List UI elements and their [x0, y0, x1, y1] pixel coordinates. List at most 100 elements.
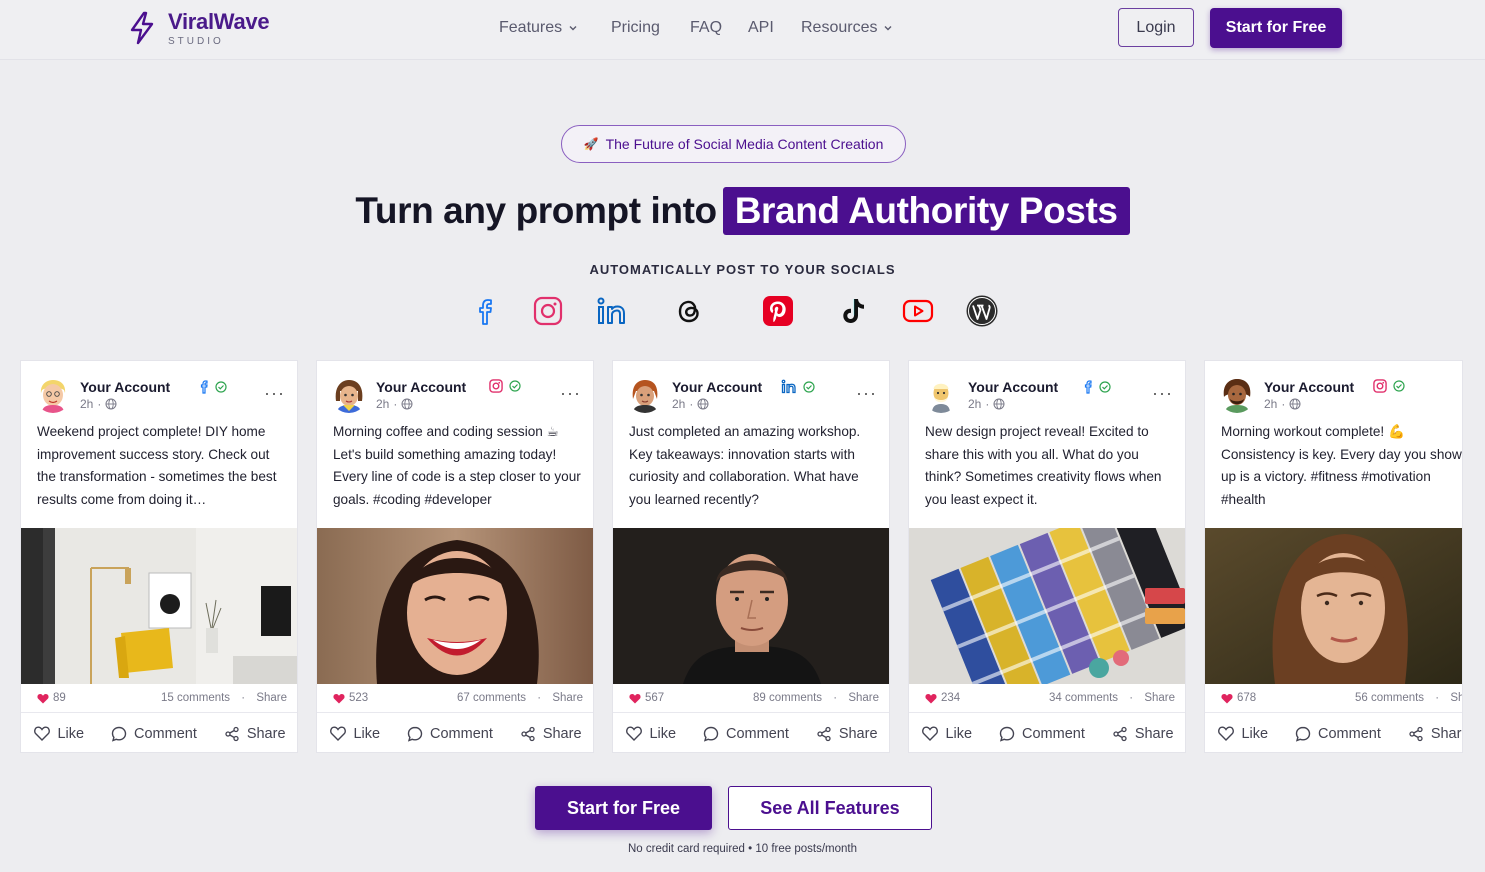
- brand-name: ViralWave: [168, 9, 270, 34]
- share-icon: [817, 726, 831, 741]
- post-image: [317, 528, 593, 684]
- post-actions: Like Comment Share: [21, 713, 297, 752]
- linkedin-icon: [781, 379, 796, 394]
- like-count: 678: [1237, 692, 1257, 704]
- comment-count[interactable]: 89 comments: [753, 692, 822, 704]
- comment-button[interactable]: Comment: [999, 726, 1085, 742]
- account-name[interactable]: Your Account: [968, 379, 1058, 395]
- avatar: [331, 377, 367, 413]
- share-button[interactable]: Share: [1112, 726, 1174, 742]
- post-time: 2h: [672, 397, 686, 411]
- post-image: [613, 528, 889, 684]
- nav-pricing[interactable]: Pricing: [611, 18, 660, 38]
- comment-button[interactable]: Comment: [407, 726, 493, 742]
- rocket-icon: 🚀: [583, 137, 599, 151]
- like-button[interactable]: Like: [330, 726, 380, 742]
- facebook-icon: [1084, 380, 1092, 394]
- more-options-icon[interactable]: ···: [264, 383, 285, 404]
- comment-icon: [111, 726, 127, 742]
- post-card: Your Account 2h · ··· Just completed an …: [612, 360, 890, 753]
- brand-logo[interactable]: ViralWave STUDIO: [126, 9, 270, 47]
- comment-count[interactable]: 56 comments: [1355, 692, 1424, 704]
- chevron-down-icon: [884, 26, 892, 31]
- more-options-icon[interactable]: ···: [560, 383, 581, 404]
- post-header: Your Account 2h · ···: [331, 375, 581, 415]
- tiktok-icon[interactable]: [836, 294, 870, 328]
- linkedin-icon[interactable]: [595, 294, 629, 328]
- comment-button[interactable]: Comment: [111, 726, 197, 742]
- share-icon: [521, 726, 535, 741]
- more-options-icon[interactable]: ···: [856, 383, 877, 404]
- account-name[interactable]: Your Account: [376, 379, 466, 395]
- share-button[interactable]: Share: [224, 726, 286, 742]
- comment-count[interactable]: 67 comments: [457, 692, 526, 704]
- account-name[interactable]: Your Account: [672, 379, 762, 395]
- brand-subtitle: STUDIO: [168, 36, 224, 47]
- socials-label: AUTOMATICALLY POST TO YOUR SOCIALS: [589, 262, 896, 277]
- heart-icon: [37, 693, 49, 703]
- share-button[interactable]: Share: [816, 726, 878, 742]
- account-name[interactable]: Your Account: [1264, 379, 1354, 395]
- chevron-down-icon: [569, 26, 577, 31]
- globe-icon: [993, 398, 1005, 410]
- like-button[interactable]: Like: [922, 726, 972, 742]
- pill-text: The Future of Social Media Content Creat…: [605, 136, 884, 152]
- see-all-features-button[interactable]: See All Features: [728, 786, 932, 830]
- verified-icon: [509, 380, 521, 392]
- comment-count[interactable]: 15 comments: [161, 692, 230, 704]
- verified-icon: [803, 380, 815, 393]
- youtube-icon[interactable]: [901, 294, 935, 328]
- comment-button[interactable]: Comment: [1295, 726, 1381, 742]
- share-stat[interactable]: Share: [552, 692, 583, 704]
- pinterest-icon[interactable]: [761, 294, 795, 328]
- nav-resources[interactable]: Resources: [801, 18, 893, 38]
- start-free-header-button[interactable]: Start for Free: [1210, 8, 1342, 48]
- comment-count[interactable]: 34 comments: [1049, 692, 1118, 704]
- verified-icon: [1099, 380, 1111, 393]
- like-button[interactable]: Like: [626, 726, 676, 742]
- post-card: Your Account 2h · ·· Morning workout com…: [1204, 360, 1463, 753]
- share-stat[interactable]: Share: [1450, 692, 1462, 704]
- wordpress-icon[interactable]: [965, 294, 999, 328]
- start-free-button[interactable]: Start for Free: [535, 786, 712, 830]
- post-stats: 523 67 comments · Share: [333, 692, 583, 708]
- heart-outline-icon: [34, 726, 51, 741]
- more-options-icon[interactable]: ···: [1152, 383, 1173, 404]
- heart-outline-icon: [1218, 726, 1235, 741]
- like-count: 523: [349, 692, 369, 704]
- verified-icon: [1393, 380, 1405, 392]
- login-button[interactable]: Login: [1118, 8, 1194, 47]
- post-stats: 89 15 comments · Share: [37, 692, 287, 708]
- post-text: Weekend project complete! DIY home impro…: [37, 424, 277, 508]
- post-stats: 234 34 comments · Share: [925, 692, 1175, 708]
- share-stat[interactable]: Share: [256, 692, 287, 704]
- like-count: 234: [941, 692, 961, 704]
- avatar: [923, 377, 959, 413]
- heart-outline-icon: [330, 726, 347, 741]
- instagram-icon: [489, 379, 503, 393]
- threads-icon[interactable]: [672, 294, 706, 328]
- facebook-icon[interactable]: [468, 294, 502, 328]
- share-icon: [1409, 726, 1423, 741]
- instagram-icon[interactable]: [531, 294, 565, 328]
- post-time: 2h: [80, 397, 94, 411]
- lightning-icon: [130, 11, 154, 45]
- share-stat[interactable]: Share: [848, 692, 879, 704]
- comment-button[interactable]: Comment: [703, 726, 789, 742]
- post-time: 2h: [1264, 397, 1278, 411]
- globe-icon: [697, 398, 709, 410]
- nav-faq[interactable]: FAQ: [690, 18, 722, 38]
- globe-icon: [105, 398, 117, 410]
- account-name[interactable]: Your Account: [80, 379, 170, 395]
- nav-api[interactable]: API: [748, 18, 774, 38]
- like-button[interactable]: Like: [1218, 726, 1268, 742]
- comment-icon: [703, 726, 719, 742]
- nav-features[interactable]: Features: [499, 18, 578, 38]
- share-button[interactable]: Share: [1408, 726, 1462, 742]
- post-header: Your Account 2h · ···: [35, 375, 285, 415]
- verified-icon: [215, 380, 227, 393]
- like-button[interactable]: Like: [34, 726, 84, 742]
- share-stat[interactable]: Share: [1144, 692, 1175, 704]
- share-button[interactable]: Share: [520, 726, 582, 742]
- cta-note: No credit card required • 10 free posts/…: [627, 843, 858, 855]
